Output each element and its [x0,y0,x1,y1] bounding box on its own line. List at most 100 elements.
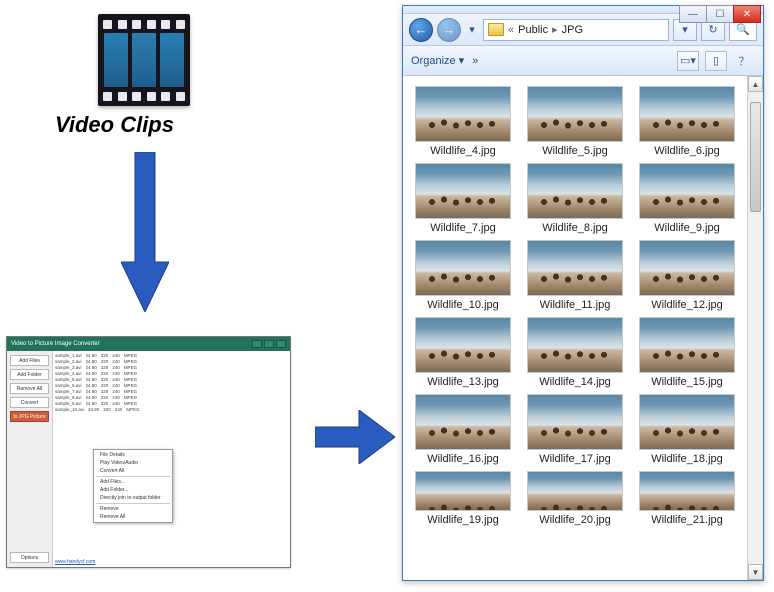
thumbnail [527,394,623,450]
converter-context-menu[interactable]: File DetailsPlay Video/AudioConvert All A… [93,449,173,523]
explorer-close-button[interactable]: ✕ [733,5,761,23]
file-name: Wildlife_11.jpg [540,299,611,311]
thumbnail [639,317,735,373]
thumbnail [527,240,623,296]
file-item[interactable]: Wildlife_7.jpg [409,163,517,234]
context-menu-item[interactable]: File Details [94,451,172,459]
converter-titlebar[interactable]: Video to Picture Image Converter [7,337,290,351]
explorer-toolbar: Organize ▾ » ▭▾ ▯ ？ [403,46,763,76]
crumb-public[interactable]: Public [518,24,548,36]
thumbnail [639,394,735,450]
context-menu-item[interactable]: Play Video/Audio [94,459,172,467]
file-item[interactable]: Wildlife_8.jpg [521,163,629,234]
arrow-down-icon [121,152,169,312]
file-item[interactable]: Wildlife_10.jpg [409,240,517,311]
arrow-right-icon [315,410,395,464]
file-item[interactable]: Wildlife_18.jpg [633,394,741,465]
file-name: Wildlife_20.jpg [539,514,611,526]
back-button[interactable]: ← [409,18,433,42]
file-item[interactable]: Wildlife_19.jpg [409,471,517,526]
file-name: Wildlife_10.jpg [427,299,499,311]
file-name: Wildlife_9.jpg [654,222,719,234]
file-name: Wildlife_14.jpg [539,376,611,388]
converter-file-list[interactable]: sample_1.avi24.90320240MPEG sample_2.avi… [53,351,290,567]
file-item[interactable]: Wildlife_4.jpg [409,86,517,157]
converter-footer-link[interactable]: www.handycf.com [55,559,95,565]
explorer-max-button[interactable]: ☐ [706,5,734,23]
crumb-jpg[interactable]: JPG [562,24,583,36]
converter-side-button[interactable]: Options [10,552,49,563]
file-name: Wildlife_16.jpg [427,453,499,465]
video-clips-label: Video Clips [55,112,174,138]
thumbnail [639,471,735,511]
converter-close-button[interactable] [276,340,286,348]
context-menu-item[interactable]: Add Folder... [94,486,172,494]
file-item[interactable]: Wildlife_16.jpg [409,394,517,465]
context-menu-item[interactable]: Convert All [94,467,172,475]
file-name: Wildlife_17.jpg [539,453,611,465]
explorer-min-button[interactable]: — [679,5,707,23]
file-item[interactable]: Wildlife_20.jpg [521,471,629,526]
file-name: Wildlife_21.jpg [651,514,723,526]
scroll-up-button[interactable]: ▲ [748,76,763,92]
converter-min-button[interactable] [252,340,262,348]
file-item[interactable]: Wildlife_14.jpg [521,317,629,388]
thumbnail [415,240,511,296]
converter-title: Video to Picture Image Converter [11,341,100,347]
scroll-thumb[interactable] [750,102,761,212]
converter-sidebar: Add Files Add Folder Remove All Convert to J… [7,351,53,567]
explorer-window: — ☐ ✕ ← → ▾ « Public ▸ JPG ▾ ↻ 🔍 Organiz… [402,5,764,581]
thumbnail [415,163,511,219]
context-menu-item[interactable]: Remove All [94,513,172,521]
file-name: Wildlife_18.jpg [651,453,723,465]
file-name: Wildlife_4.jpg [430,145,495,157]
file-item[interactable]: Wildlife_15.jpg [633,317,741,388]
thumbnail [527,163,623,219]
folder-icon [488,23,504,36]
thumbnail [639,240,735,296]
file-name: Wildlife_19.jpg [427,514,499,526]
nav-history-dropdown[interactable]: ▾ [465,21,479,39]
explorer-chrome[interactable]: — ☐ ✕ [403,6,763,14]
scrollbar[interactable]: ▲ ▼ [747,76,763,580]
file-name: Wildlife_15.jpg [651,376,723,388]
file-item[interactable]: Wildlife_5.jpg [521,86,629,157]
converter-max-button[interactable] [264,340,274,348]
file-name: Wildlife_8.jpg [542,222,607,234]
file-item[interactable]: Wildlife_6.jpg [633,86,741,157]
thumbnail [415,471,511,511]
converter-side-button[interactable]: Add Files [10,355,49,366]
thumbnail [415,86,511,142]
context-menu-item[interactable]: Add Files... [94,478,172,486]
organize-button[interactable]: Organize ▾ [411,54,464,67]
file-name: Wildlife_12.jpg [651,299,723,311]
converter-side-button[interactable]: Add Folder [10,369,49,380]
file-item[interactable]: Wildlife_21.jpg [633,471,741,526]
preview-pane-button[interactable]: ▯ [705,51,727,71]
thumbnail [639,163,735,219]
scroll-down-button[interactable]: ▼ [748,564,763,580]
converter-side-button[interactable]: to JPG Picture [10,411,49,422]
converter-side-button[interactable]: Remove All [10,383,49,394]
file-name: Wildlife_7.jpg [430,222,495,234]
address-bar[interactable]: « Public ▸ JPG [483,19,669,41]
file-item[interactable]: Wildlife_12.jpg [633,240,741,311]
explorer-content[interactable]: Wildlife_4.jpg Wildlife_5.jpg Wildlife_6.j… [403,76,747,580]
forward-button[interactable]: → [437,18,461,42]
chevron-down-icon: ▾ [459,54,465,67]
file-name: Wildlife_5.jpg [542,145,607,157]
file-item[interactable]: Wildlife_13.jpg [409,317,517,388]
file-item[interactable]: Wildlife_11.jpg [521,240,629,311]
view-button[interactable]: ▭▾ [677,51,699,71]
thumbnail [639,86,735,142]
converter-side-button[interactable]: Convert [10,397,49,408]
help-button[interactable]: ？ [733,51,755,71]
toolbar-more[interactable]: » [472,55,478,67]
context-menu-item[interactable]: Directly join to output folder [94,494,172,502]
thumbnail [415,317,511,373]
thumbnail [415,394,511,450]
context-menu-item[interactable]: Remove [94,505,172,513]
file-item[interactable]: Wildlife_9.jpg [633,163,741,234]
file-item[interactable]: Wildlife_17.jpg [521,394,629,465]
thumbnail [527,86,623,142]
